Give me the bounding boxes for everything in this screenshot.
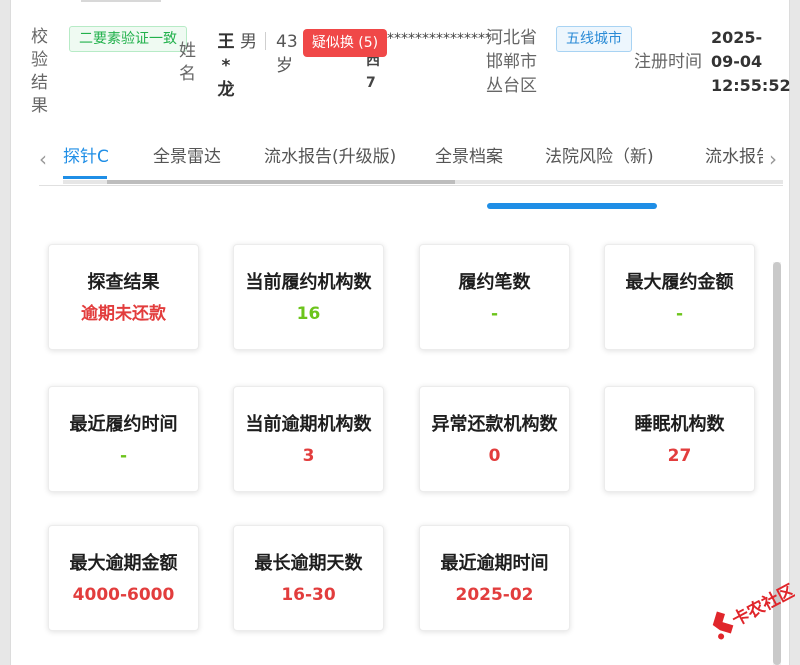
stat-label: 最近逾期时间: [440, 553, 549, 574]
stat-label: 异常还款机构数: [431, 414, 558, 435]
stat-label: 当前履约机构数: [245, 272, 372, 293]
tab-scrollbar-thumb[interactable]: [107, 180, 455, 184]
stat-value: -: [119, 446, 128, 466]
result-panel: 校验结果 二要素验证一致 姓名 王*龙 男 43岁 **************…: [10, 0, 791, 665]
info-separator: [265, 32, 266, 50]
stat-label: 履约笔数: [458, 272, 531, 293]
stat-card-current-overdue-orgs: 当前逾期机构数 3: [233, 386, 384, 492]
tab-divider: [39, 185, 783, 186]
gender-value: 男: [240, 32, 257, 52]
stat-value: -: [490, 304, 499, 324]
stat-value: 4000-6000: [72, 585, 175, 605]
tab-flow-report-upgraded[interactable]: 流水报告(升级版): [264, 146, 396, 168]
top-divider: [81, 0, 161, 2]
stat-label: 当前逾期机构数: [245, 414, 372, 435]
stat-card-probe-result: 探查结果 逾期未还款: [48, 244, 199, 350]
tab-bar: ‹ 探针C 全景雷达 流水报告(升级版) 全景档案 法院风险（新) 流水报告 ›: [39, 140, 783, 186]
stat-value: 逾期未还款: [81, 304, 166, 324]
stat-card-last-performing-time: 最近履约时间 -: [48, 386, 199, 492]
stat-label: 最大逾期金额: [69, 553, 178, 574]
tab-list: 探针C 全景雷达 流水报告(升级版) 全景档案 法院风险（新) 流水报告: [63, 140, 763, 184]
stat-card-sleeping-orgs: 睡眠机构数 27: [604, 386, 755, 492]
id-char-2: 7: [366, 75, 376, 91]
tab-panorama-radar[interactable]: 全景雷达: [153, 146, 221, 168]
name-label: 姓名: [179, 41, 196, 84]
tab-probe-c[interactable]: 探针C: [63, 146, 109, 168]
stat-value: 16-30: [281, 585, 336, 605]
stat-value: -: [675, 304, 684, 324]
stat-label: 最长逾期天数: [254, 553, 363, 574]
stat-card-performing-count: 履约笔数 -: [419, 244, 570, 350]
stat-value: 2025-02: [455, 585, 534, 605]
tab-court-risk-new[interactable]: 法院风险（新): [545, 146, 654, 168]
stat-label: 探查结果: [87, 272, 160, 293]
stat-label: 最大履约金额: [625, 272, 734, 293]
stat-label: 最近履约时间: [69, 414, 178, 435]
stat-card-current-performing-orgs: 当前履约机构数 16: [233, 244, 384, 350]
register-time-label: 注册时间: [634, 52, 702, 72]
location-value: 河北省邯郸市丛台区: [486, 28, 537, 96]
active-tab-indicator: [63, 176, 107, 179]
register-datetime: 2025-09-04 12:55:52: [711, 26, 791, 98]
age-value: 43岁: [276, 32, 298, 76]
watermark-text: 卡农社区: [729, 580, 795, 630]
stat-label: 睡眠机构数: [634, 414, 725, 435]
chevron-left-icon[interactable]: ‹: [39, 148, 47, 170]
city-tier-tag: 五线城市: [556, 26, 632, 52]
chevron-right-icon[interactable]: ›: [769, 148, 777, 170]
verify-result-label: 校验结果: [31, 27, 48, 116]
stat-value: 16: [296, 304, 321, 324]
stat-card-longest-overdue-days: 最长逾期天数 16-30: [233, 525, 384, 631]
tab-panorama-archive[interactable]: 全景档案: [435, 146, 503, 168]
verify-status-tag: 二要素验证一致: [69, 26, 187, 52]
section-indicator-bar: [487, 203, 657, 209]
stat-card-abnormal-repay-orgs: 异常还款机构数 0: [419, 386, 570, 492]
stat-value: 3: [302, 446, 315, 466]
stat-card-max-performing-amount: 最大履约金额 -: [604, 244, 755, 350]
stat-card-last-overdue-time: 最近逾期时间 2025-02: [419, 525, 570, 631]
stat-card-max-overdue-amount: 最大逾期金额 4000-6000: [48, 525, 199, 631]
register-time: 12:55:52: [711, 76, 791, 95]
watermark-logo: 卡农社区: [712, 580, 795, 640]
stat-value: 0: [488, 446, 501, 466]
stat-value: 27: [667, 446, 692, 466]
risk-tag[interactable]: 疑似换 (5): [303, 29, 387, 57]
name-value: 王*龙: [217, 32, 235, 100]
tab-flow-report[interactable]: 流水报告: [705, 146, 763, 168]
register-date: 2025-09-04: [711, 28, 763, 71]
